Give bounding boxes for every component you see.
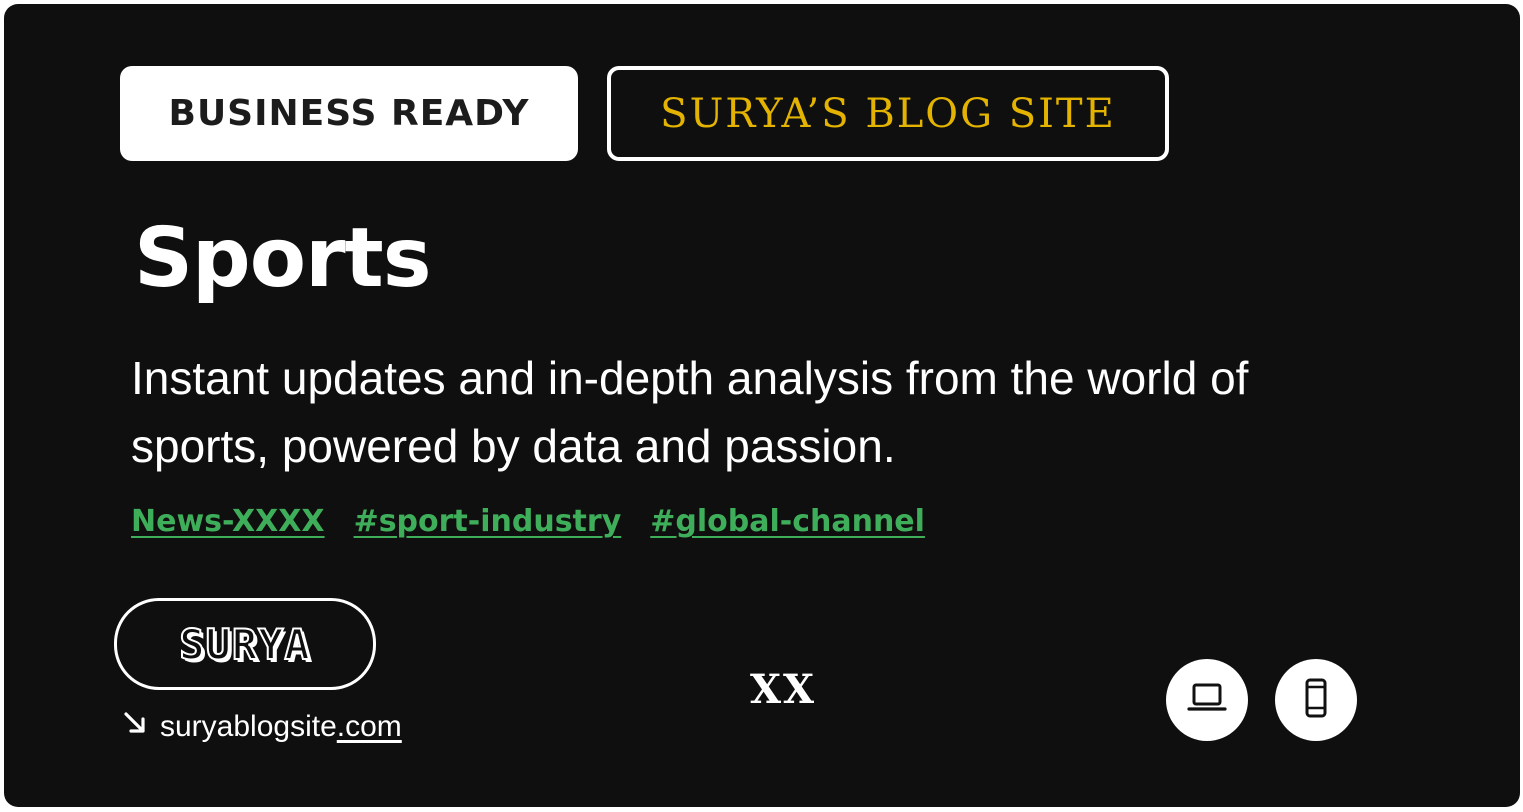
tag-list: News-XXXX #sport-industry #global-channe… [131, 504, 925, 539]
blog-site-badge: SURYA’S BLOG SITE [607, 66, 1169, 161]
site-tld: .com [336, 710, 402, 743]
tag-sport-industry[interactable]: #sport-industry [354, 504, 622, 539]
site-link[interactable]: suryablogsite.com [122, 710, 402, 744]
phone-view-button[interactable] [1275, 659, 1357, 741]
page-title: Sports [134, 211, 432, 306]
site-domain: suryablogsite [160, 710, 337, 743]
blog-card: BUSINESS READY SURYA’S BLOG SITE Sports … [4, 4, 1520, 807]
laptop-view-button[interactable] [1166, 659, 1248, 741]
business-ready-label: BUSINESS READY [168, 93, 530, 134]
laptop-icon [1187, 682, 1227, 719]
surya-logo: SURYA [114, 598, 376, 690]
arrow-down-right-icon [122, 710, 148, 744]
tag-global-channel[interactable]: #global-channel [650, 504, 925, 539]
description: Instant updates and in-depth analysis fr… [131, 352, 1249, 472]
tag-news[interactable]: News-XXXX [131, 504, 325, 539]
smartphone-icon [1302, 678, 1330, 723]
blog-site-label: SURYA’S BLOG SITE [660, 90, 1116, 137]
logo-text: SURYA [178, 619, 311, 670]
center-mark: XX [750, 666, 817, 713]
business-ready-badge: BUSINESS READY [120, 66, 578, 161]
